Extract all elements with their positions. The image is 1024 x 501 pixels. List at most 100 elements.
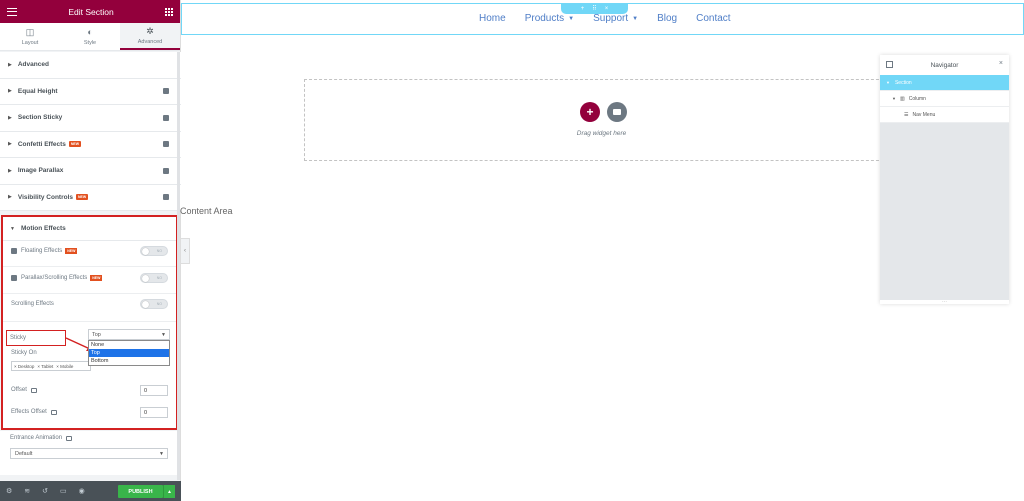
offset-label: Offset	[11, 387, 27, 393]
scrolling-effects-label: Scrolling Effects	[11, 301, 54, 307]
add-new-section-button[interactable]: +	[580, 102, 600, 122]
navigator-panel: Navigator × ▼ Section ▼ ▥ Column ☰ Nav M…	[880, 55, 1009, 306]
layout-icon: ◫	[25, 26, 35, 37]
section-label: Visibility Controls	[17, 193, 73, 201]
navigator-item-section[interactable]: ▼ Section	[880, 75, 1009, 91]
add-section-icon[interactable]: +	[581, 6, 585, 12]
new-badge: NEW	[68, 141, 82, 148]
menu-item-contact[interactable]: Contact	[696, 13, 730, 24]
motion-effects-header[interactable]: ▼ Motion Effects	[3, 217, 176, 241]
scrolling-effects-row: Scrolling Effects NO	[11, 299, 168, 309]
caret-right-icon: ▶	[8, 61, 12, 68]
tab-style[interactable]: ◐ Style	[60, 23, 120, 50]
section-equal-height[interactable]: ▶ Equal Height	[0, 78, 181, 105]
navigator-item-label: Section	[894, 79, 912, 86]
pro-icon	[11, 248, 17, 254]
new-badge: NEW	[65, 248, 78, 254]
publish-button[interactable]: PUBLISH	[118, 485, 163, 498]
delete-section-icon[interactable]: ×	[605, 6, 609, 12]
floating-effects-toggle[interactable]: NO	[140, 246, 168, 256]
section-handle[interactable]: + ⠿ ×	[561, 3, 628, 14]
section-advanced[interactable]: ▶ Advanced	[0, 52, 181, 79]
pro-icon	[163, 167, 169, 174]
section-label: Equal Height	[17, 87, 58, 95]
widgets-grid-icon[interactable]	[165, 7, 173, 16]
entrance-animation-value: Default	[15, 451, 33, 457]
navigator-item-label: Column	[908, 95, 926, 102]
resize-handle-icon[interactable]: ⋯	[880, 300, 1009, 306]
tab-layout[interactable]: ◫ Layout	[0, 23, 60, 50]
caret-right-icon: ▶	[8, 88, 12, 95]
hamburger-menu-icon[interactable]	[7, 7, 17, 16]
device-tag-tablet[interactable]: × Tablet	[37, 364, 53, 369]
caret-down-icon: ▼	[10, 225, 15, 232]
sticky-label: Sticky	[6, 330, 66, 346]
settings-icon[interactable]: ⚙	[6, 487, 12, 495]
navigator-header[interactable]: Navigator ×	[880, 55, 1009, 75]
sticky-dropdown-list: None Top Bottom	[88, 340, 170, 366]
section-section-sticky[interactable]: ▶ Section Sticky	[0, 105, 181, 132]
menu-item-support[interactable]: Support ▼	[593, 13, 638, 24]
section-label: Image Parallax	[17, 167, 64, 175]
parallax-effects-label: Parallax/Scrolling Effects	[21, 275, 88, 281]
section-label: Advanced	[17, 61, 49, 69]
floating-effects-label: Floating Effects	[21, 248, 63, 254]
drag-section-icon[interactable]: ⠿	[592, 5, 596, 12]
navigator-item-label: Nav Menu	[912, 111, 936, 118]
section-image-parallax[interactable]: ▶ Image Parallax	[0, 158, 181, 185]
floating-effects-row: Floating Effects NEW NO	[11, 246, 168, 256]
section-confetti-effects[interactable]: ▶ Confetti Effects NEW	[0, 131, 181, 158]
new-badge: NEW	[76, 194, 89, 201]
add-template-folder-icon[interactable]	[607, 102, 627, 122]
menu-item-home[interactable]: Home	[479, 13, 506, 24]
section-list: ▶ Advanced ▶ Equal Height ▶ Section Stic…	[0, 52, 181, 211]
panel-scrollbar[interactable]	[177, 52, 180, 480]
close-icon[interactable]: ×	[999, 60, 1003, 67]
tab-label: Layout	[21, 39, 39, 46]
sticky-option-bottom[interactable]: Bottom	[89, 357, 169, 365]
desktop-monitor-icon[interactable]	[66, 435, 73, 441]
scrolling-effects-toggle[interactable]: NO	[140, 299, 168, 309]
preview-eye-icon[interactable]: ◉	[79, 487, 85, 495]
device-tag-mobile[interactable]: × Mobile	[56, 364, 73, 369]
panel-header: Edit Section	[0, 0, 180, 23]
effects-offset-input[interactable]: 0	[140, 407, 168, 418]
section-label: Confetti Effects	[17, 140, 66, 148]
expand-all-icon[interactable]	[886, 61, 893, 68]
publish-options-caret-icon[interactable]: ▲	[163, 485, 175, 498]
responsive-icon[interactable]: ▭	[60, 487, 67, 495]
sticky-option-none[interactable]: None	[89, 341, 169, 349]
entrance-animation-select[interactable]: Default ▼	[10, 448, 168, 459]
sticky-on-devices-field[interactable]: × Desktop × Tablet × Mobile	[11, 361, 91, 371]
layers-icon[interactable]: ≋	[24, 487, 30, 495]
history-icon[interactable]: ↺	[42, 487, 48, 495]
chevron-down-icon: ▼	[568, 15, 575, 22]
menu-item-blog[interactable]: Blog	[657, 13, 677, 24]
navigator-item-nav-menu[interactable]: ☰ Nav Menu	[880, 107, 1009, 123]
tab-label: Advanced	[137, 38, 163, 45]
entrance-animation-control: Entrance Animation Default ▼	[0, 431, 178, 475]
style-icon: ◐	[87, 26, 93, 37]
tab-label: Style	[83, 39, 97, 46]
sticky-option-top[interactable]: Top	[89, 349, 169, 357]
device-tag-desktop[interactable]: × Desktop	[14, 364, 34, 369]
effects-offset-row: Effects Offset	[11, 409, 57, 415]
editor-panel: Edit Section ◫ Layout ◐ Style ✲ Advanced…	[0, 0, 181, 501]
desktop-monitor-icon[interactable]	[30, 387, 37, 393]
navigator-title: Navigator	[930, 61, 959, 69]
offset-input[interactable]: 0	[140, 385, 168, 396]
sticky-select[interactable]: Top ▼	[88, 329, 170, 340]
collapse-panel-chevron-icon[interactable]: ‹	[181, 238, 190, 264]
empty-section-drop-zone[interactable]: + Drag widget here	[304, 79, 899, 161]
parallax-effects-toggle[interactable]: NO	[140, 273, 168, 283]
desktop-monitor-icon[interactable]	[50, 409, 57, 415]
menu-item-products[interactable]: Products ▼	[525, 13, 574, 24]
section-visibility-controls[interactable]: ▶ Visibility Controls NEW	[0, 184, 181, 211]
chevron-down-icon: ▼	[632, 15, 639, 22]
gear-icon: ✲	[146, 25, 154, 36]
navigator-item-column[interactable]: ▼ ▥ Column	[880, 91, 1009, 107]
pro-icon	[163, 141, 169, 148]
tab-advanced[interactable]: ✲ Advanced	[120, 23, 180, 50]
pro-icon	[163, 194, 169, 201]
panel-footer: ⚙ ≋ ↺ ▭ ◉ PUBLISH ▲	[0, 481, 181, 501]
